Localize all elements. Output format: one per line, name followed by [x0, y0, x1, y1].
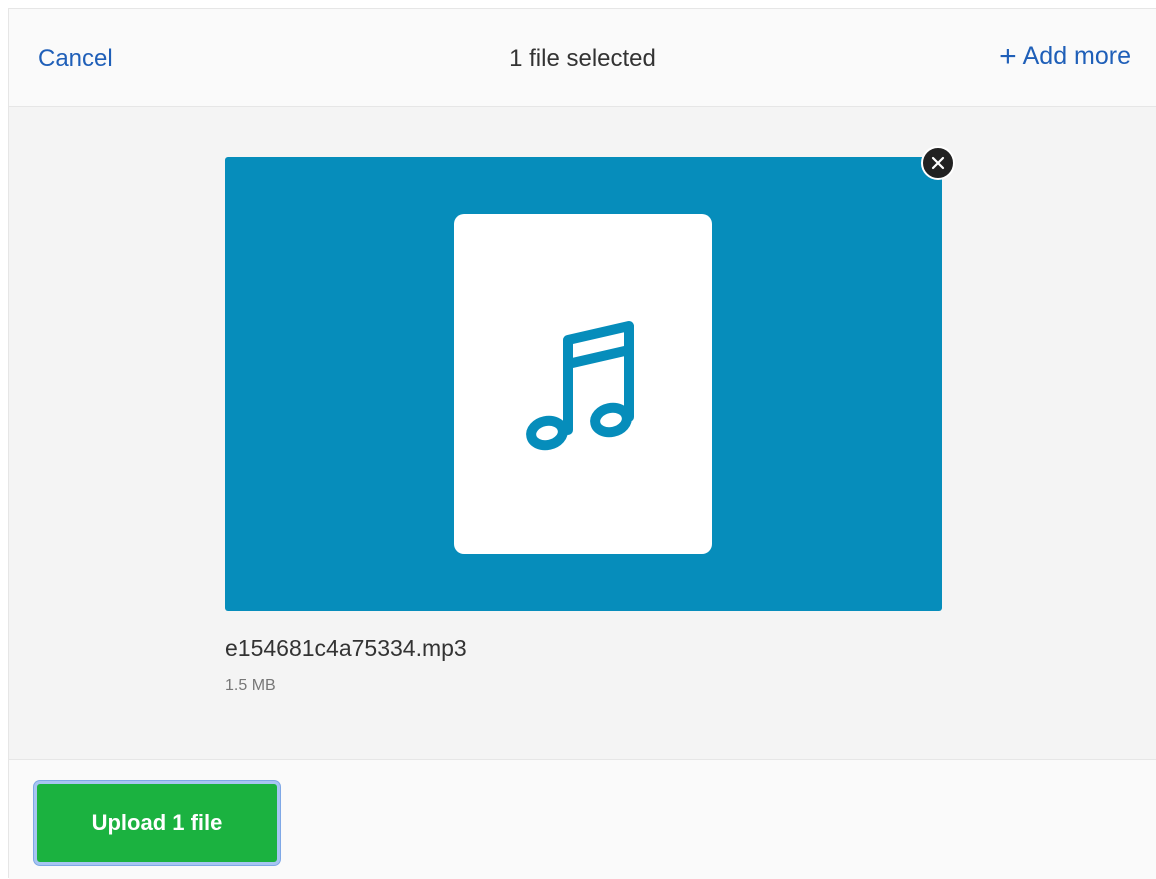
file-item: e154681c4a75334.mp3 1.5 MB	[225, 146, 955, 695]
remove-file-button[interactable]	[921, 146, 955, 180]
add-more-button[interactable]: + Add more	[999, 40, 1131, 73]
selection-title: 1 file selected	[509, 45, 656, 72]
upload-dashboard: Cancel 1 file selected + Add more e15468…	[8, 8, 1156, 879]
close-icon	[931, 156, 945, 170]
plus-icon: +	[999, 40, 1017, 73]
file-preview	[225, 146, 955, 611]
dashboard-header: Cancel 1 file selected + Add more	[9, 9, 1156, 107]
file-size: 1.5 MB	[225, 677, 276, 694]
add-more-label: Add more	[1022, 42, 1131, 70]
dashboard-footer: Upload 1 file	[9, 759, 1156, 879]
audio-file-icon	[454, 214, 712, 554]
upload-button[interactable]: Upload 1 file	[34, 781, 280, 865]
music-note-icon	[526, 321, 634, 451]
file-name: e154681c4a75334.mp3	[225, 635, 467, 661]
